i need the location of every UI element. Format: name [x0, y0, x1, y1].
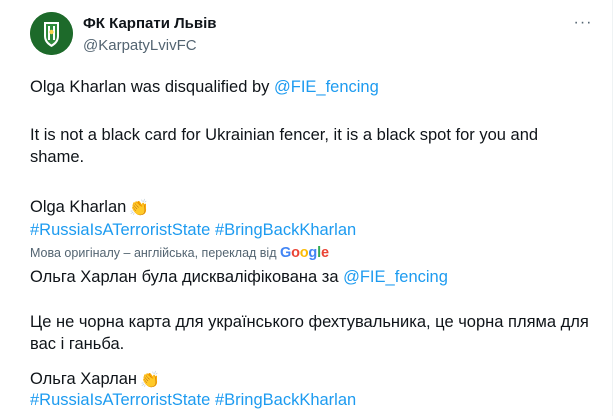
tweet-hashtags-original: #RussiaIsATerroristState #BringBackKharl…: [30, 219, 356, 241]
tweet-line-translated-3: вас і ганьба.: [30, 335, 125, 353]
tweet-text: Olga Kharlan was disqualified by: [30, 78, 274, 96]
tweet-line-original-3: shame.: [30, 148, 85, 166]
hashtag-link[interactable]: #BringBackKharlan: [215, 391, 356, 409]
tweet-line-translated-2: Це не чорна карта для українського фехту…: [30, 313, 589, 331]
tweet-line-original-1: Olga Kharlan was disqualified by @FIE_fe…: [30, 76, 379, 98]
tweet-line-original-2: It is not a black card for Ukrainian fen…: [30, 126, 539, 144]
tweet-text: Olga Kharlan: [30, 198, 127, 216]
hashtag-link[interactable]: #BringBackKharlan: [215, 221, 356, 239]
account-handle[interactable]: @KarpatyLvivFC: [83, 37, 197, 54]
mention-link[interactable]: @FIE_fencing: [274, 78, 379, 96]
club-crest-icon: [30, 12, 73, 55]
hashtag-link[interactable]: #RussiaIsATerroristState: [30, 221, 210, 239]
account-name[interactable]: ФК Карпати Львів: [83, 15, 216, 32]
tweet-card: ФК Карпати Львів @KarpatyLvivFC ··· Olga…: [0, 0, 613, 416]
hashtag-link[interactable]: #RussiaIsATerroristState: [30, 391, 210, 409]
mention-link[interactable]: @FIE_fencing: [343, 268, 448, 286]
translation-attribution: Мова оригіналу – англійська, переклад ві…: [30, 245, 329, 261]
translation-attribution-text: Мова оригіналу – англійська, переклад ві…: [30, 246, 280, 260]
google-logo[interactable]: Google: [280, 245, 329, 261]
tweet-hashtags-translated: #RussiaIsATerroristState #BringBackKharl…: [30, 389, 356, 411]
tweet-line-translated-1: Ольга Харлан була дискваліфікована за @F…: [30, 266, 448, 288]
avatar[interactable]: [30, 12, 73, 55]
more-options-icon[interactable]: ···: [572, 12, 594, 34]
clapping-hands-emoji: 👏: [129, 200, 150, 217]
tweet-text: Ольга Харлан: [30, 370, 138, 388]
tweet-line-original-4: Olga Kharlan 👏: [30, 196, 149, 220]
tweet-text: Ольга Харлан була дискваліфікована за: [30, 268, 344, 286]
